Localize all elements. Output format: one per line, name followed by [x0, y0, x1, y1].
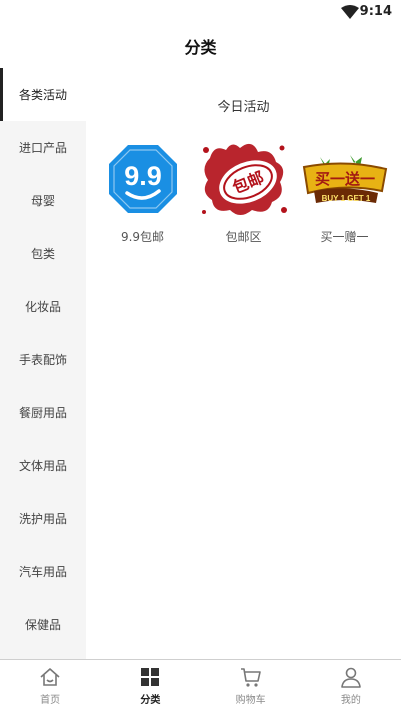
- sidebar-item-health[interactable]: 保健品: [0, 598, 86, 651]
- tab-home[interactable]: 首页: [0, 660, 100, 710]
- sidebar-item-cosmetics[interactable]: 化妆品: [0, 280, 86, 333]
- tab-category[interactable]: 分类: [100, 660, 200, 710]
- user-icon: [341, 667, 361, 688]
- title-bar: 分类: [0, 24, 401, 68]
- badge-text: 9.9: [124, 161, 162, 191]
- sidebar-item-personal-care[interactable]: 洗护用品: [0, 492, 86, 545]
- section-title: 今日活动: [217, 100, 270, 115]
- wifi-icon: [341, 5, 359, 19]
- sidebar-item-label: 汽车用品: [18, 565, 67, 579]
- activity-label: 9.9包邮: [120, 230, 165, 244]
- activity-label: 买一赠一: [320, 230, 369, 244]
- badge-text: 买一送一: [314, 170, 374, 188]
- sidebar-item-label: 进口产品: [18, 141, 67, 155]
- page-title: 分类: [184, 38, 217, 57]
- sidebar-item-watches[interactable]: 手表配饰: [0, 333, 86, 386]
- tab-label: 我的: [340, 695, 361, 706]
- sidebar-item-label: 包类: [30, 247, 55, 261]
- sidebar-item-label: 各类活动: [18, 88, 67, 102]
- sidebar-item-imported[interactable]: 进口产品: [0, 121, 86, 174]
- tab-label: 首页: [40, 695, 61, 706]
- sidebar-item-label: 化妆品: [24, 300, 61, 314]
- sidebar-item-car[interactable]: 汽车用品: [0, 545, 86, 598]
- nine-nine-badge-icon: 9.9: [98, 136, 188, 222]
- activity-label: 包邮区: [225, 230, 262, 244]
- free-shipping-stamp-icon: 包邮: [199, 136, 289, 222]
- tab-label: 分类: [140, 695, 161, 706]
- sidebar-item-activities[interactable]: 各类活动: [0, 68, 86, 121]
- sidebar-item-kitchen[interactable]: 餐厨用品: [0, 386, 86, 439]
- shopping-cart-icon: [240, 668, 261, 687]
- activity-item[interactable]: 包邮 包邮区: [197, 136, 291, 245]
- tab-profile[interactable]: 我的: [301, 660, 401, 710]
- sidebar-item-label: 保健品: [24, 618, 61, 632]
- badge-subtext: BUY 1 GET 1: [321, 194, 370, 203]
- sidebar-item-baby[interactable]: 母婴: [0, 174, 86, 227]
- sidebar-item-label: 母婴: [30, 194, 55, 208]
- tab-label: 购物车: [235, 695, 266, 706]
- tab-cart[interactable]: 购物车: [201, 660, 301, 710]
- home-icon: [40, 668, 60, 686]
- category-grid-icon: [141, 668, 160, 686]
- activity-item[interactable]: 买一送一 BUY 1 GET 1 买一赠一: [298, 136, 392, 245]
- activity-item[interactable]: 9.9 9.9包邮: [96, 136, 190, 245]
- sidebar-item-label: 文体用品: [18, 459, 67, 473]
- category-content: 今日活动 9.9 9.9包邮 包邮 包邮区 买一送一 BUY 1 GET 1 买…: [86, 68, 401, 659]
- status-bar: 9:14: [0, 0, 401, 24]
- sidebar-item-label: 洗护用品: [18, 512, 67, 526]
- clock: 9:14: [359, 4, 392, 19]
- sidebar-item-label: 餐厨用品: [18, 406, 67, 420]
- category-sidebar: 各类活动 进口产品 母婴 包类 化妆品 手表配饰 餐厨用品 文体用品 洗护用品 …: [0, 68, 86, 659]
- activity-grid: 9.9 9.9包邮 包邮 包邮区 买一送一 BUY 1 GET 1 买一赠一: [86, 136, 401, 245]
- bottom-tab-bar: 首页 分类 购物车 我的: [0, 659, 401, 710]
- buy-one-get-one-icon: 买一送一 BUY 1 GET 1: [300, 136, 390, 222]
- sidebar-item-stationery[interactable]: 文体用品: [0, 439, 86, 492]
- sidebar-item-label: 手表配饰: [18, 353, 67, 367]
- sidebar-item-bags[interactable]: 包类: [0, 227, 86, 280]
